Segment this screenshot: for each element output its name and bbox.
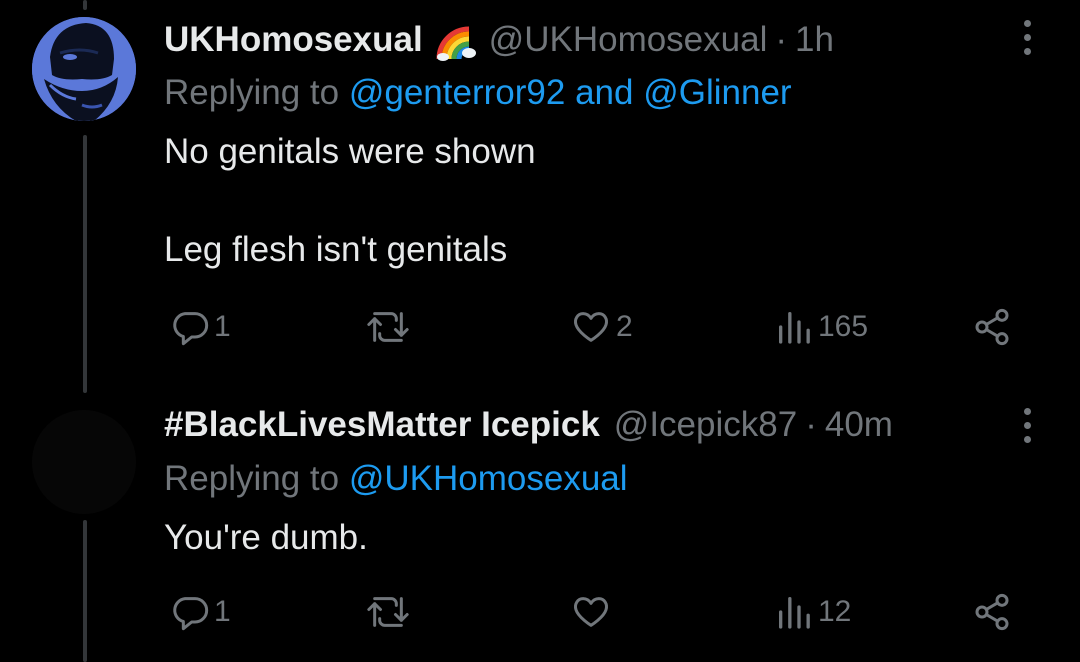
- reply-icon: [173, 597, 209, 631]
- rainbow-icon: [435, 19, 477, 61]
- mention-glinner[interactable]: @Glinner: [643, 73, 791, 112]
- views-chart-icon: [779, 597, 810, 629]
- more-options-icon[interactable]: [1015, 403, 1039, 447]
- views-button[interactable]: 165: [774, 307, 868, 347]
- timestamp[interactable]: 1h: [795, 20, 834, 60]
- view-count: 165: [818, 310, 869, 343]
- display-name[interactable]: UKHomosexual: [164, 20, 423, 60]
- avatar[interactable]: [32, 410, 136, 514]
- share-icon: [975, 308, 1009, 346]
- avatar-portrait-icon: [32, 17, 136, 121]
- share-icon: [975, 593, 1009, 631]
- replying-to-label: Replying to: [164, 459, 340, 498]
- like-count: 2: [616, 310, 633, 343]
- view-count: 12: [818, 595, 852, 628]
- reply-button[interactable]: 1: [170, 592, 231, 632]
- avatar-dark-icon: [32, 410, 136, 514]
- handle[interactable]: @Icepick87: [614, 405, 797, 445]
- avatar[interactable]: [32, 17, 136, 121]
- tweet-text-line: No genitals were shown: [164, 132, 536, 171]
- retweet-icon: [367, 597, 409, 627]
- tweet-text-line: Leg flesh isn't genitals: [164, 230, 508, 269]
- separator-dot: ·: [775, 20, 788, 59]
- reply-button[interactable]: 1: [170, 307, 231, 347]
- thread-line-connector: [83, 135, 87, 393]
- retweet-button[interactable]: [364, 592, 416, 632]
- replying-to: Replying to @UKHomosexual: [164, 459, 628, 499]
- mention-genterror92[interactable]: @genterror92: [349, 73, 565, 112]
- share-button[interactable]: [972, 592, 1012, 632]
- thread-line-top: [83, 0, 87, 10]
- more-options-icon[interactable]: [1015, 15, 1039, 59]
- heart-icon: [574, 312, 608, 342]
- tweet-header: #BlackLivesMatter Icepick @Icepick87 · 4…: [164, 403, 893, 447]
- like-button[interactable]: 2: [570, 307, 633, 347]
- thread-line-bottom: [83, 520, 87, 662]
- views-button[interactable]: 12: [774, 592, 851, 632]
- handle[interactable]: @UKHomosexual: [489, 20, 768, 60]
- display-name[interactable]: #BlackLivesMatter Icepick: [164, 405, 600, 445]
- mention-ukhomosexual[interactable]: @UKHomosexual: [349, 459, 628, 498]
- reply-count: 1: [214, 310, 231, 343]
- reply-icon: [173, 312, 209, 346]
- separator-dot: ·: [805, 405, 817, 444]
- replying-to: Replying to @genterror92 and @Glinner: [164, 73, 792, 113]
- views-chart-icon: [779, 312, 810, 344]
- retweet-icon: [367, 312, 409, 342]
- tweet-text-line: You're dumb.: [164, 518, 368, 557]
- mention-joiner: and: [575, 73, 634, 112]
- like-button[interactable]: [570, 592, 616, 632]
- heart-icon: [574, 597, 608, 627]
- reply-count: 1: [214, 595, 231, 628]
- tweet-header: UKHomosexual @UKHomosexual · 1h: [164, 18, 834, 62]
- share-button[interactable]: [972, 307, 1012, 347]
- timestamp[interactable]: 40m: [825, 405, 893, 445]
- retweet-button[interactable]: [364, 307, 416, 347]
- replying-to-label: Replying to: [164, 73, 340, 112]
